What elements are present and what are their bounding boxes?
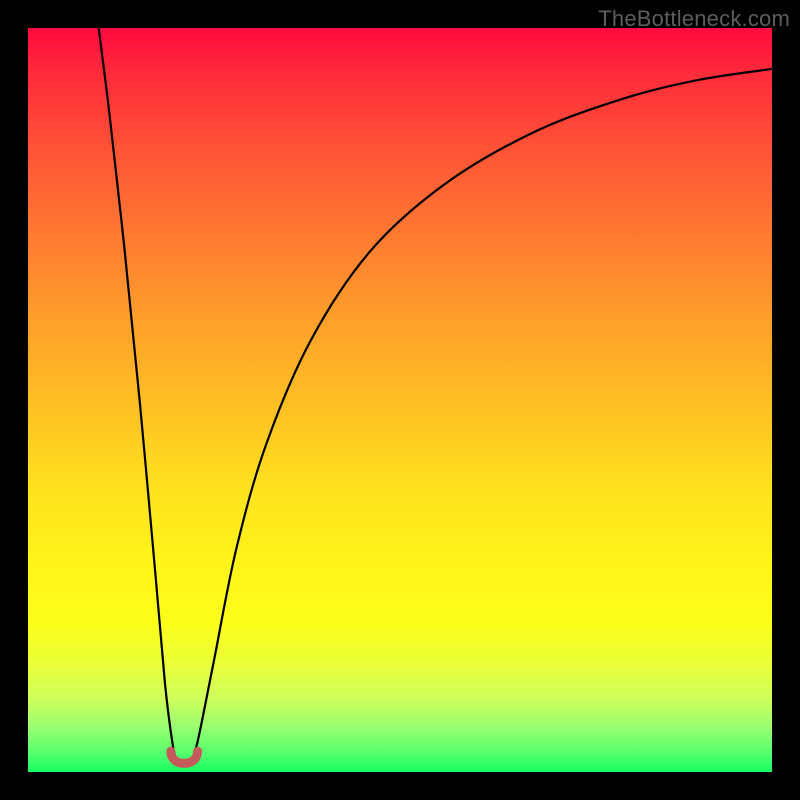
curve-right-branch	[190, 69, 772, 765]
plot-area	[28, 28, 772, 772]
notch-marker	[171, 751, 198, 763]
curve-left-branch	[99, 28, 182, 765]
curve-layer	[28, 28, 772, 772]
chart-frame: TheBottleneck.com	[0, 0, 800, 800]
